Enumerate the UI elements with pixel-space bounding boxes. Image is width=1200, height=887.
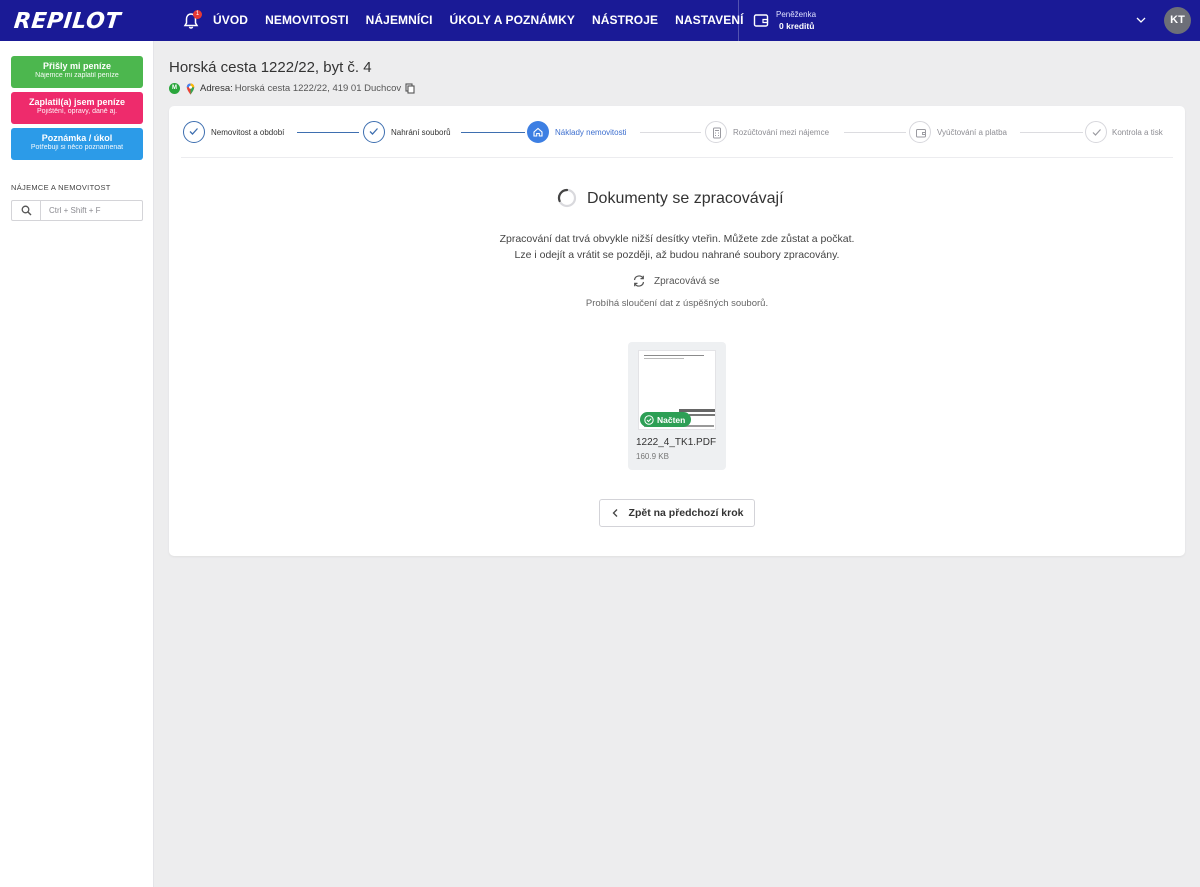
check-icon <box>369 128 378 135</box>
m-badge: M <box>169 83 180 94</box>
step-2-circle[interactable] <box>363 121 385 143</box>
step-connector <box>640 132 701 133</box>
step-6-label[interactable]: Kontrola a tisk <box>1112 128 1163 137</box>
step-6-circle[interactable] <box>1085 121 1107 143</box>
money-paid-subtitle: Pojištění, opravy, daně aj. <box>36 108 118 115</box>
thumbnail-text-line <box>689 414 715 416</box>
tenant-property-heading: NÁJEMCE A NEMOVITOST <box>11 183 111 192</box>
note-task-button[interactable]: Poznámka / úkol Potřebuji si něco poznam… <box>11 128 143 160</box>
check-icon <box>1092 129 1101 136</box>
map-pin-icon[interactable] <box>186 83 195 95</box>
file-name: 1222_4_TK1.PDF <box>636 437 717 448</box>
wizard-stepper: Nemovitost a období Nahrání souborů Nákl… <box>169 106 1185 158</box>
check-circle-icon <box>644 414 654 425</box>
step-connector <box>461 132 525 133</box>
nav-nastaveni[interactable]: NASTAVENÍ <box>675 13 743 27</box>
sidebar: Přišly mi peníze Nájemce mi zaplatil pen… <box>0 41 154 887</box>
nav-nastroje[interactable]: NÁSTROJE <box>592 13 658 27</box>
step-connector <box>297 132 359 133</box>
money-paid-button[interactable]: Zaplatil(a) jsem peníze Pojištění, oprav… <box>11 92 143 124</box>
nav-najemnici[interactable]: NÁJEMNÍCI <box>366 13 433 27</box>
step-3-label[interactable]: Náklady nemovitosti <box>555 128 627 137</box>
note-task-title: Poznámka / úkol <box>41 133 113 143</box>
merge-status-text: Probíhá sloučení dat z úspěšných souborů… <box>585 298 769 309</box>
nav-uvod[interactable]: ÚVOD <box>213 13 248 27</box>
file-loaded-label: Načten <box>657 414 686 425</box>
note-task-subtitle: Potřebuji si něco poznamenat <box>30 144 124 151</box>
sync-icon <box>633 275 645 287</box>
search-input[interactable] <box>42 201 141 220</box>
processing-status-text: Zpracovává se <box>654 275 720 287</box>
loading-spinner-icon <box>557 188 577 208</box>
uploaded-file-card[interactable]: Načten 1222_4_TK1.PDF 160.9 KB <box>628 342 726 470</box>
nav-nemovitosti[interactable]: NEMOVITOSTI <box>265 13 349 27</box>
step-5-label[interactable]: Vyúčtování a platba <box>937 128 1007 137</box>
topbar-divider <box>738 0 739 41</box>
main-nav: ÚVOD NEMOVITOSTI NÁJEMNÍCI ÚKOLY A POZNÁ… <box>213 13 744 27</box>
step-1-circle[interactable] <box>183 121 205 143</box>
wallet-credits[interactable]: 0 kreditů <box>779 21 814 31</box>
card-divider <box>181 157 1173 158</box>
calculator-icon <box>713 127 721 139</box>
chevron-left-icon <box>612 509 617 517</box>
step-connector <box>1020 132 1083 133</box>
search-icon <box>21 205 32 216</box>
notification-badge: 1 <box>193 10 202 19</box>
back-button-label: Zpět na předchozí krok <box>628 507 744 519</box>
address-value: Horská cesta 1222/22, 419 01 Duchcov <box>234 83 402 94</box>
processing-status: Zpracovává se <box>632 274 720 288</box>
wallet-label: Peněženka <box>776 10 817 19</box>
nav-ukoly-a-poznamky[interactable]: ÚKOLY A POZNÁMKY <box>450 13 575 27</box>
money-paid-title: Zaplatil(a) jsem peníze <box>28 97 126 107</box>
check-icon <box>189 128 198 135</box>
file-size: 160.9 KB <box>636 452 669 461</box>
home-icon <box>533 127 543 137</box>
step-4-circle[interactable] <box>705 121 727 143</box>
step-connector <box>844 132 906 133</box>
processing-description-line1: Zpracování dat trvá obvykle nižší desítk… <box>499 233 855 245</box>
money-received-button[interactable]: Přišly mi peníze Nájemce mi zaplatil pen… <box>11 56 143 88</box>
search-box <box>11 200 143 221</box>
step-3-circle[interactable] <box>527 121 549 143</box>
address-row: M Adresa: Horská cesta 1222/22, 419 01 D… <box>169 82 415 95</box>
copy-icon[interactable] <box>405 83 415 94</box>
processing-title: Dokumenty se zpracovávají <box>587 190 784 207</box>
step-1-label[interactable]: Nemovitost a období <box>211 128 284 137</box>
processing-description-line2: Lze i odejít a vrátit se později, až bud… <box>514 249 840 261</box>
page-title: Horská cesta 1222/22, byt č. 4 <box>169 59 372 76</box>
money-received-subtitle: Nájemce mi zaplatil peníze <box>35 72 119 79</box>
repilot-logo[interactable]: REPILOT <box>13 9 122 34</box>
file-loaded-badge: Načten <box>640 412 692 427</box>
step-2-label[interactable]: Nahrání souborů <box>391 128 451 137</box>
step-5-circle[interactable] <box>909 121 931 143</box>
top-navigation-bar: REPILOT 1 ÚVOD NEMOVITOSTI NÁJEMNÍCI ÚKO… <box>0 0 1200 41</box>
step-4-label[interactable]: Rozúčtování mezi nájemce <box>733 128 829 137</box>
address-label: Adresa: <box>200 83 233 94</box>
chevron-down-icon[interactable] <box>1135 15 1147 25</box>
user-avatar[interactable]: KT <box>1164 7 1191 34</box>
search-button[interactable] <box>12 201 41 220</box>
main-card: Nemovitost a období Nahrání souborů Nákl… <box>169 106 1185 556</box>
thumbnail-text-line <box>644 358 684 359</box>
back-button[interactable]: Zpět na předchozí krok <box>599 499 755 527</box>
wallet-icon <box>916 129 926 138</box>
money-received-title: Přišly mi peníze <box>42 61 112 71</box>
thumbnail-text-line <box>644 355 704 356</box>
wallet-icon[interactable] <box>753 12 769 28</box>
